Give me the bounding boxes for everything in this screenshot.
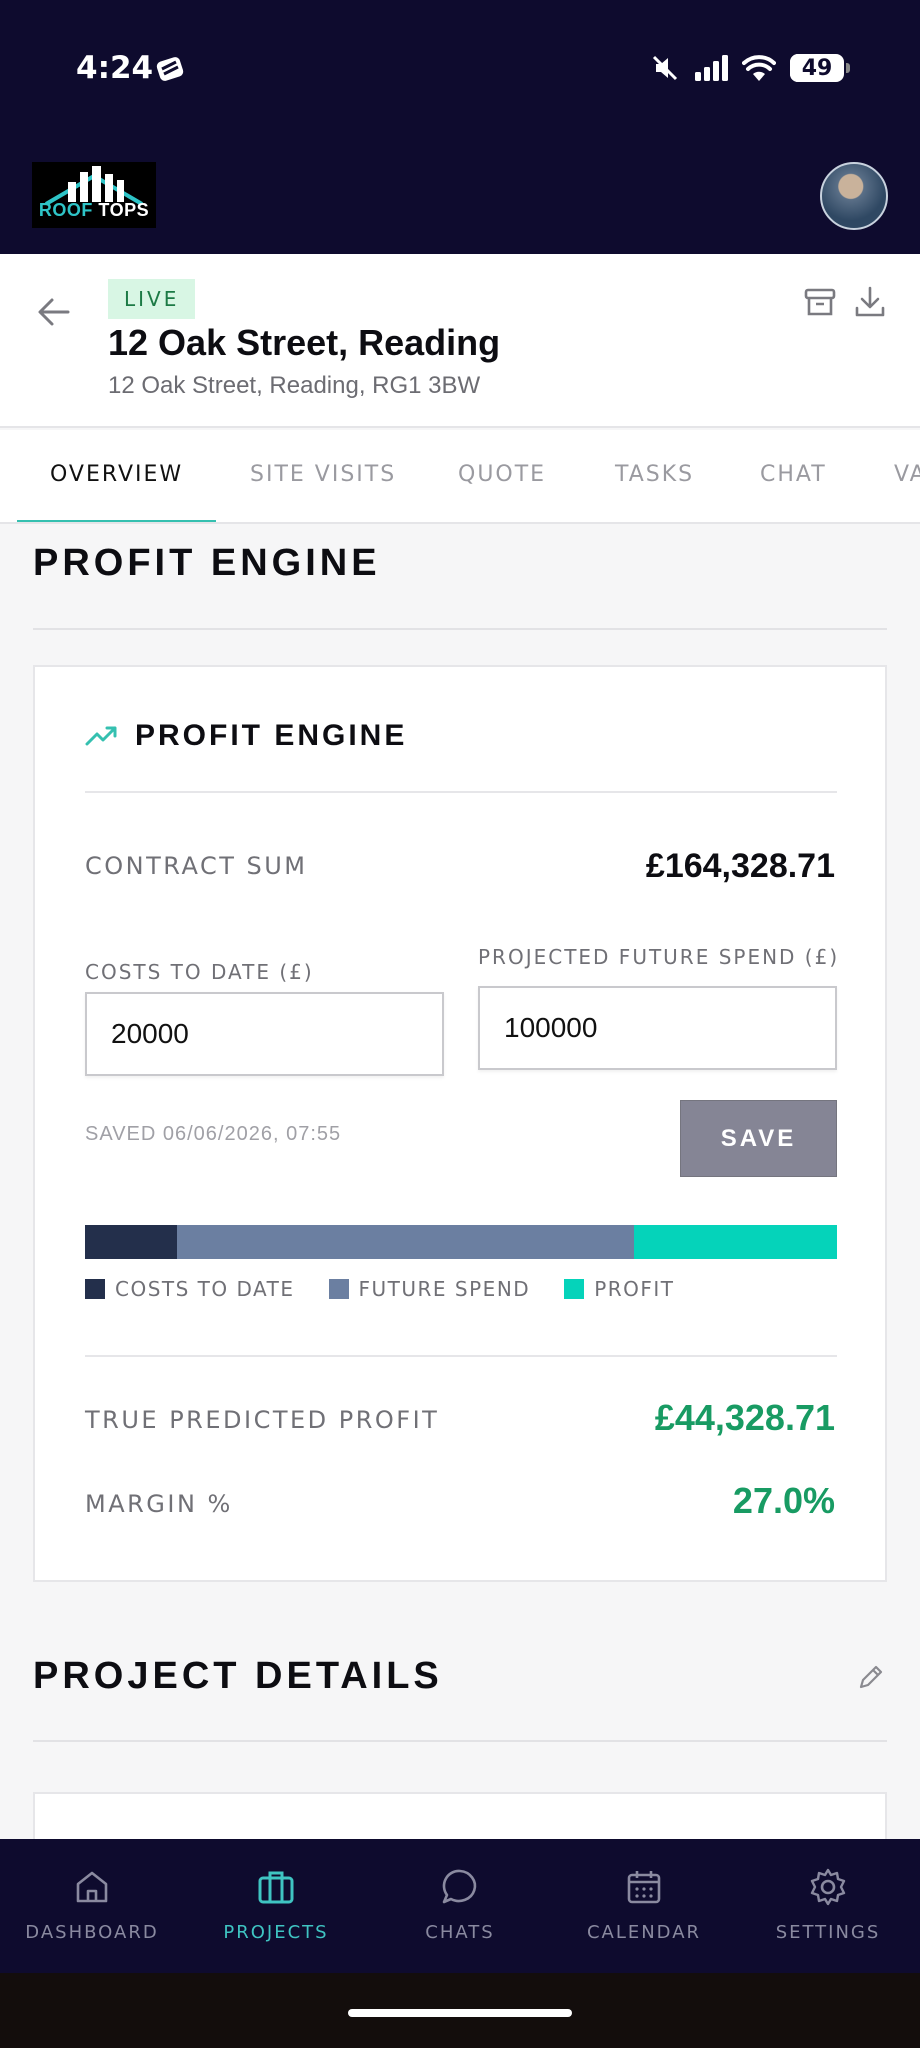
- legend-swatch: [328, 1279, 349, 1299]
- legend-costs-to-date: COSTS TO DATE: [85, 1277, 295, 1301]
- contract-sum-label: CONTRACT SUM: [85, 852, 308, 880]
- nav-settings[interactable]: SETTINGS: [736, 1839, 920, 1973]
- briefcase-icon: [258, 1871, 294, 1904]
- section-title-project-details: PROJECT DETAILS: [33, 1655, 443, 1697]
- project-header: LIVE 12 Oak Street, Reading 12 Oak Stree…: [0, 254, 920, 428]
- tab-quote[interactable]: QUOTE: [458, 462, 546, 487]
- nav-calendar[interactable]: CALENDAR: [552, 1839, 736, 1973]
- card-divider: [85, 1355, 837, 1357]
- tab-chat[interactable]: CHAT: [760, 462, 827, 487]
- profit-engine-card: PROFIT ENGINE CONTRACT SUM £164,328.71 C…: [33, 665, 887, 1582]
- wifi-icon: [742, 55, 776, 81]
- nav-chats[interactable]: CHATS: [368, 1839, 552, 1973]
- breakdown-legend: COSTS TO DATE FUTURE SPEND PROFIT: [85, 1277, 709, 1301]
- card-divider: [85, 791, 837, 793]
- home-indicator[interactable]: [348, 2009, 572, 2017]
- battery-icon: 49: [790, 54, 850, 82]
- edit-pencil-icon[interactable]: [856, 1662, 886, 1692]
- true-profit-value: £44,328.71: [654, 1397, 835, 1438]
- future-spend-label: PROJECTED FUTURE SPEND (£): [478, 945, 840, 969]
- costs-to-date-label: COSTS TO DATE (£): [85, 960, 314, 984]
- bottom-nav: DASHBOARD PROJECTS CHATS CALENDAR SETTIN…: [0, 1839, 920, 1973]
- nav-projects[interactable]: PROJECTS: [184, 1839, 368, 1973]
- card-title: PROFIT ENGINE: [135, 719, 408, 752]
- project-address: 12 Oak Street, Reading, RG1 3BW: [108, 372, 481, 399]
- future-spend-input[interactable]: 100000: [478, 986, 837, 1070]
- roof-tops-logo[interactable]: ROOF TOPS: [32, 162, 156, 228]
- trending-up-icon: [85, 726, 117, 746]
- archive-icon[interactable]: [802, 284, 838, 320]
- tab-site-visits[interactable]: SITE VISITS: [250, 462, 396, 487]
- back-arrow-icon[interactable]: [34, 292, 74, 332]
- true-profit-label: TRUE PREDICTED PROFIT: [85, 1406, 440, 1434]
- legend-swatch: [564, 1279, 585, 1299]
- home-indicator-area: [0, 1973, 920, 2048]
- gear-icon: [810, 1868, 846, 1906]
- bar-segment-profit: [634, 1225, 837, 1259]
- margin-value: 27.0%: [732, 1480, 835, 1521]
- project-tabs: OVERVIEW SITE VISITS QUOTE TASKS CHAT VA: [0, 430, 920, 524]
- active-tab-indicator: [17, 520, 216, 522]
- calendar-icon: [627, 1871, 661, 1904]
- status-badge: LIVE: [108, 279, 196, 319]
- contract-sum-value: £164,328.71: [645, 847, 835, 885]
- bar-segment-future-spend: [176, 1225, 635, 1259]
- status-icons: 49: [650, 50, 850, 86]
- mute-icon: [652, 55, 678, 81]
- section-divider: [33, 628, 887, 630]
- save-button[interactable]: SAVE: [680, 1100, 837, 1177]
- margin-label: MARGIN %: [85, 1490, 233, 1518]
- profit-breakdown-bar: [85, 1225, 837, 1259]
- nav-dashboard[interactable]: DASHBOARD: [0, 1839, 184, 1973]
- legend-profit: PROFIT: [564, 1277, 674, 1301]
- tab-overview[interactable]: OVERVIEW: [50, 462, 183, 487]
- chat-bubble-icon: [442, 1869, 477, 1904]
- tab-tasks[interactable]: TASKS: [615, 462, 694, 487]
- battery-level: 49: [801, 55, 833, 81]
- section-divider: [33, 1740, 887, 1742]
- logo-text: ROOF TOPS: [38, 200, 150, 220]
- saved-timestamp: SAVED 06/06/2026, 07:55: [85, 1123, 342, 1145]
- section-title-profit-engine: PROFIT ENGINE: [33, 542, 381, 584]
- home-icon: [76, 1871, 108, 1903]
- app-icon: [156, 57, 184, 81]
- status-time: 4:24: [76, 50, 154, 86]
- app-header: 4:24 49 ROOF TOPS: [0, 0, 920, 254]
- tab-va[interactable]: VA: [894, 462, 920, 487]
- download-icon[interactable]: [852, 284, 888, 320]
- costs-to-date-input[interactable]: 20000: [85, 992, 444, 1076]
- legend-future-spend: FUTURE SPEND: [328, 1277, 531, 1301]
- signal-icon: [695, 55, 728, 81]
- legend-swatch: [85, 1279, 105, 1299]
- bar-segment-costs-to-date: [85, 1225, 177, 1259]
- user-avatar[interactable]: [820, 162, 888, 230]
- project-title: 12 Oak Street, Reading: [108, 322, 501, 363]
